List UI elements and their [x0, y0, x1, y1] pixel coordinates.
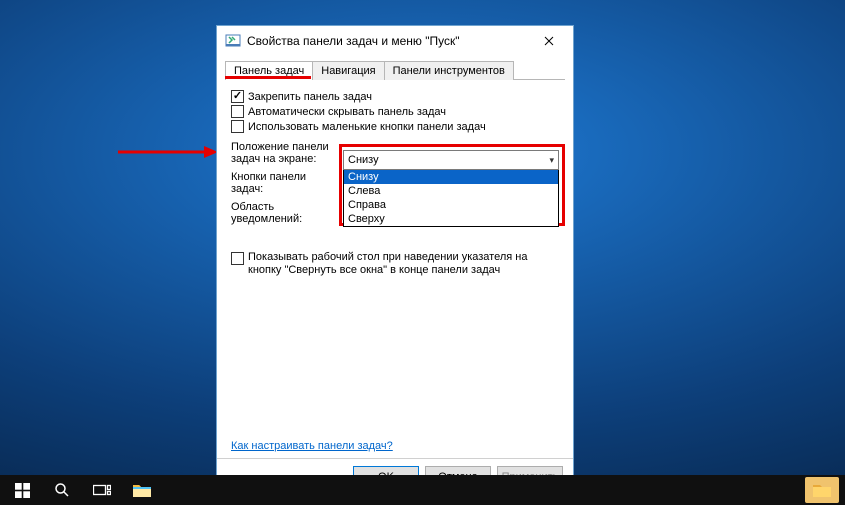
- position-option-right[interactable]: Справа: [344, 198, 558, 212]
- autohide-row[interactable]: Автоматически скрывать панель задач: [231, 105, 563, 118]
- annotation-underline: [225, 76, 311, 79]
- tab-toolbars[interactable]: Панели инструментов: [384, 61, 514, 80]
- tab-content: Закрепить панель задач Автоматически скр…: [227, 88, 563, 452]
- start-button[interactable]: [2, 475, 42, 505]
- notify-label: Область уведомлений:: [231, 201, 341, 225]
- autohide-checkbox[interactable]: [231, 105, 244, 118]
- smallbuttons-label: Использовать маленькие кнопки панели зад…: [248, 121, 486, 133]
- smallbuttons-checkbox[interactable]: [231, 120, 244, 133]
- autohide-label: Автоматически скрывать панель задач: [248, 106, 446, 118]
- close-button[interactable]: [529, 27, 569, 55]
- smallbuttons-row[interactable]: Использовать маленькие кнопки панели зад…: [231, 120, 563, 133]
- app-icon: [225, 33, 241, 49]
- showdesktop-checkbox[interactable]: [231, 252, 244, 265]
- position-label: Положение панели задач на экране:: [231, 141, 341, 165]
- position-option-bottom[interactable]: Снизу: [344, 170, 558, 184]
- tab-navigation[interactable]: Навигация: [312, 61, 384, 80]
- search-icon[interactable]: [42, 475, 82, 505]
- task-view-icon[interactable]: [82, 475, 122, 505]
- showdesktop-label: Показывать рабочий стол при наведении ук…: [248, 251, 558, 277]
- lock-taskbar-checkbox[interactable]: [231, 90, 244, 103]
- help-link[interactable]: Как настраивать панели задач?: [231, 440, 393, 452]
- position-select[interactable]: Снизу ▾: [343, 150, 559, 170]
- position-option-left[interactable]: Слева: [344, 184, 558, 198]
- file-explorer-icon[interactable]: [122, 475, 162, 505]
- position-option-top[interactable]: Сверху: [344, 212, 558, 226]
- taskbar-right-badge[interactable]: [805, 477, 839, 503]
- showdesktop-row[interactable]: Показывать рабочий стол при наведении ук…: [231, 251, 558, 277]
- position-dropdown[interactable]: Снизу ▾ Снизу Слева Справа Сверху: [343, 150, 559, 227]
- position-options-list: Снизу Слева Справа Сверху: [343, 170, 559, 227]
- chevron-down-icon: ▾: [549, 155, 554, 166]
- properties-dialog: Свойства панели задач и меню "Пуск" Пане…: [216, 25, 574, 495]
- window-title: Свойства панели задач и меню "Пуск": [247, 34, 529, 48]
- titlebar[interactable]: Свойства панели задач и меню "Пуск": [217, 26, 573, 56]
- annotation-arrow: [118, 146, 218, 158]
- position-selected-value: Снизу: [348, 154, 379, 166]
- taskbar[interactable]: [0, 475, 845, 505]
- lock-taskbar-row[interactable]: Закрепить панель задач: [231, 90, 563, 103]
- buttons-label: Кнопки панели задач:: [231, 171, 341, 195]
- lock-taskbar-label: Закрепить панель задач: [248, 91, 372, 103]
